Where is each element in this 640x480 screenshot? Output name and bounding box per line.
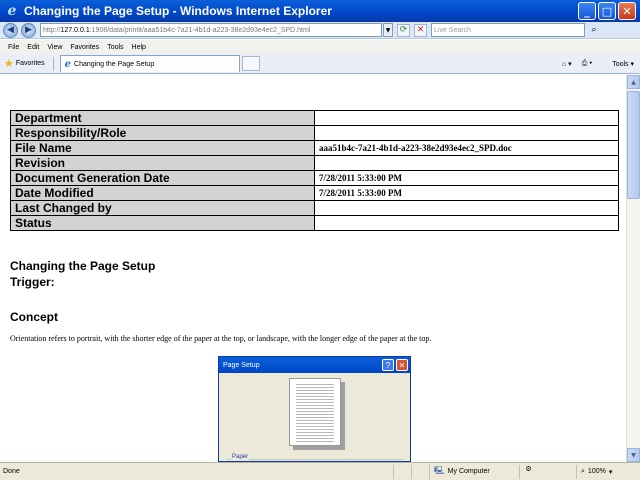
scroll-thumb[interactable] — [627, 91, 640, 199]
meta-key: Document Generation Date — [10, 170, 315, 186]
page-setup-dialog-image: Page Setup ? ✕ Paper — [218, 356, 411, 462]
meta-key: File Name — [10, 140, 315, 156]
zoom-level: 100% — [587, 468, 606, 475]
status-segment — [393, 464, 411, 479]
status-text: Done — [3, 468, 20, 475]
tools-label: Tools — [612, 60, 629, 68]
meta-key: Date Modified — [10, 185, 315, 201]
search-icon[interactable]: ⌕ — [587, 23, 601, 37]
search-input[interactable]: Live Search — [431, 23, 585, 37]
chevron-down-icon: ▾ — [608, 468, 613, 476]
meta-key: Department — [10, 110, 315, 126]
meta-value: aaa51b4c-7a21-4b1d-a223-38e2d93e4ec2_SPD… — [314, 140, 619, 156]
address-dropdown-button[interactable]: ▼ — [383, 23, 393, 37]
favorites-label: Favorites — [15, 60, 45, 67]
resize-grip-icon[interactable] — [628, 465, 640, 479]
new-tab-button[interactable] — [241, 56, 260, 71]
menu-file[interactable]: File — [8, 44, 19, 51]
vertical-scrollbar[interactable]: ▲ ▼ — [626, 75, 640, 462]
minimize-button[interactable]: _ — [578, 2, 596, 20]
home-icon[interactable]: ⌂ ▾ — [562, 60, 572, 68]
star-icon: ★ — [4, 58, 14, 70]
ie-page-icon: e — [64, 58, 72, 70]
menu-tools[interactable]: Tools — [107, 44, 123, 51]
zoom-control[interactable]: ⌕ 100% ▾ — [576, 464, 628, 479]
dialog-title: Page Setup — [223, 361, 260, 369]
meta-value — [314, 110, 619, 126]
print-icon[interactable]: ⎙ ▾ — [582, 60, 593, 68]
table-row: Document Generation Date 7/28/2011 5:33:0… — [10, 170, 619, 186]
help-icon: ? — [382, 359, 394, 371]
address-prefix: http:// — [43, 26, 61, 34]
table-row: Responsibility/Role — [10, 125, 619, 141]
meta-value: 7/28/2011 5:33:00 PM — [314, 185, 619, 201]
address-host: 127.0.0.1 — [60, 26, 90, 34]
meta-value — [314, 215, 619, 231]
trigger-label: Trigger: — [10, 275, 55, 289]
table-row: Last Changed by — [10, 200, 619, 216]
meta-key: Revision — [10, 155, 315, 171]
page-content: Department Responsibility/Role File Name aa… — [0, 75, 626, 462]
address-toolbar: ◀ ▶ http://127.0.0.1:1908/data/printit/a… — [0, 22, 640, 39]
status-segment — [411, 464, 429, 479]
document-metadata-table: Department Responsibility/Role File Name aa… — [10, 110, 619, 231]
tab-separator — [52, 56, 54, 71]
magnifier-icon: ⌕ — [581, 467, 585, 475]
dialog-title-bar: Page Setup ? ✕ — [219, 357, 410, 373]
search-placeholder: Live Search — [434, 26, 471, 34]
forward-button[interactable]: ▶ — [21, 22, 36, 38]
table-row: Department — [10, 110, 619, 126]
command-bar: ⌂ ▾ ⎙ ▾ Tools ▾ — [552, 60, 634, 68]
scroll-up-icon[interactable]: ▲ — [627, 75, 640, 89]
tools-button[interactable]: Tools ▾ — [602, 60, 634, 68]
zone-label: My Computer — [447, 468, 490, 475]
address-rest: :1908/data/printit/aaa51b4c-7a21-4b1d-a2… — [89, 26, 311, 34]
tab-label: Changing the Page Setup — [74, 60, 155, 68]
title-bar: e Changing the Page Setup - Windows Inte… — [0, 0, 640, 22]
table-row: Status — [10, 215, 619, 231]
menu-edit[interactable]: Edit — [27, 44, 39, 51]
tab-active[interactable]: e Changing the Page Setup — [59, 55, 240, 72]
meta-key: Last Changed by — [10, 200, 315, 216]
concept-heading: Concept — [10, 310, 58, 324]
window-title: Changing the Page Setup - Windows Intern… — [24, 4, 332, 18]
refresh-icon[interactable]: ⟳ — [397, 23, 410, 37]
ie-logo-icon: e — [7, 3, 17, 19]
meta-value: 7/28/2011 5:33:00 PM — [314, 170, 619, 186]
meta-key: Status — [10, 215, 315, 231]
table-row: Date Modified 7/28/2011 5:33:00 PM — [10, 185, 619, 201]
meta-key: Responsibility/Role — [10, 125, 315, 141]
address-input[interactable]: http://127.0.0.1:1908/data/printit/aaa51… — [40, 23, 382, 37]
status-bar: Done 🖳 My Computer ⚙ ⌕ 100% ▾ — [0, 462, 640, 480]
paper-group-label: Paper — [231, 454, 250, 460]
paper-group-line — [227, 459, 403, 460]
protected-mode-icon[interactable]: ⚙ — [519, 464, 537, 479]
document-title: Changing the Page Setup — [10, 259, 156, 273]
concept-text: Orientation refers to portrait, with the… — [10, 334, 432, 343]
menu-favorites[interactable]: Favorites — [70, 44, 99, 51]
back-button[interactable]: ◀ — [3, 22, 18, 38]
maximize-button[interactable]: □ — [598, 2, 616, 20]
stop-icon[interactable]: ✕ — [414, 23, 427, 37]
favorites-button[interactable]: ★ Favorites — [4, 57, 45, 70]
tab-bar: ★ Favorites e Changing the Page Setup ⌂ … — [0, 54, 640, 74]
close-button[interactable]: ✕ — [618, 2, 636, 20]
meta-value — [314, 200, 619, 216]
menu-view[interactable]: View — [47, 44, 62, 51]
menu-help[interactable]: Help — [132, 44, 146, 51]
computer-icon: 🖳 — [434, 465, 445, 475]
menu-bar: File Edit View Favorites Tools Help — [0, 40, 640, 54]
meta-value — [314, 155, 619, 171]
meta-value — [314, 125, 619, 141]
scroll-down-icon[interactable]: ▼ — [627, 448, 640, 462]
table-row: File Name aaa51b4c-7a21-4b1d-a223-38e2d93… — [10, 140, 619, 156]
close-icon: ✕ — [396, 359, 408, 371]
security-zone[interactable]: 🖳 My Computer — [429, 464, 519, 479]
paper-preview — [289, 378, 341, 446]
table-row: Revision — [10, 155, 619, 171]
